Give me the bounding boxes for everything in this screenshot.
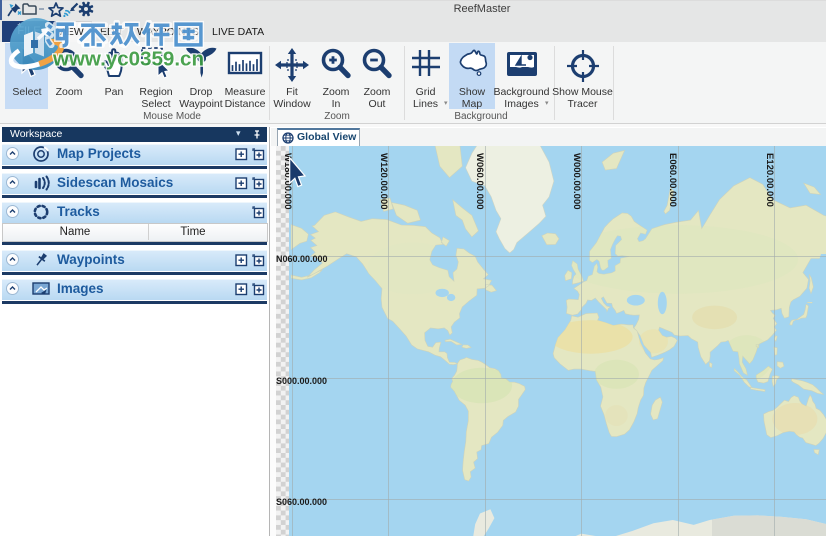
- svg-text:www.yc0359.cn: www.yc0359.cn: [52, 49, 204, 71]
